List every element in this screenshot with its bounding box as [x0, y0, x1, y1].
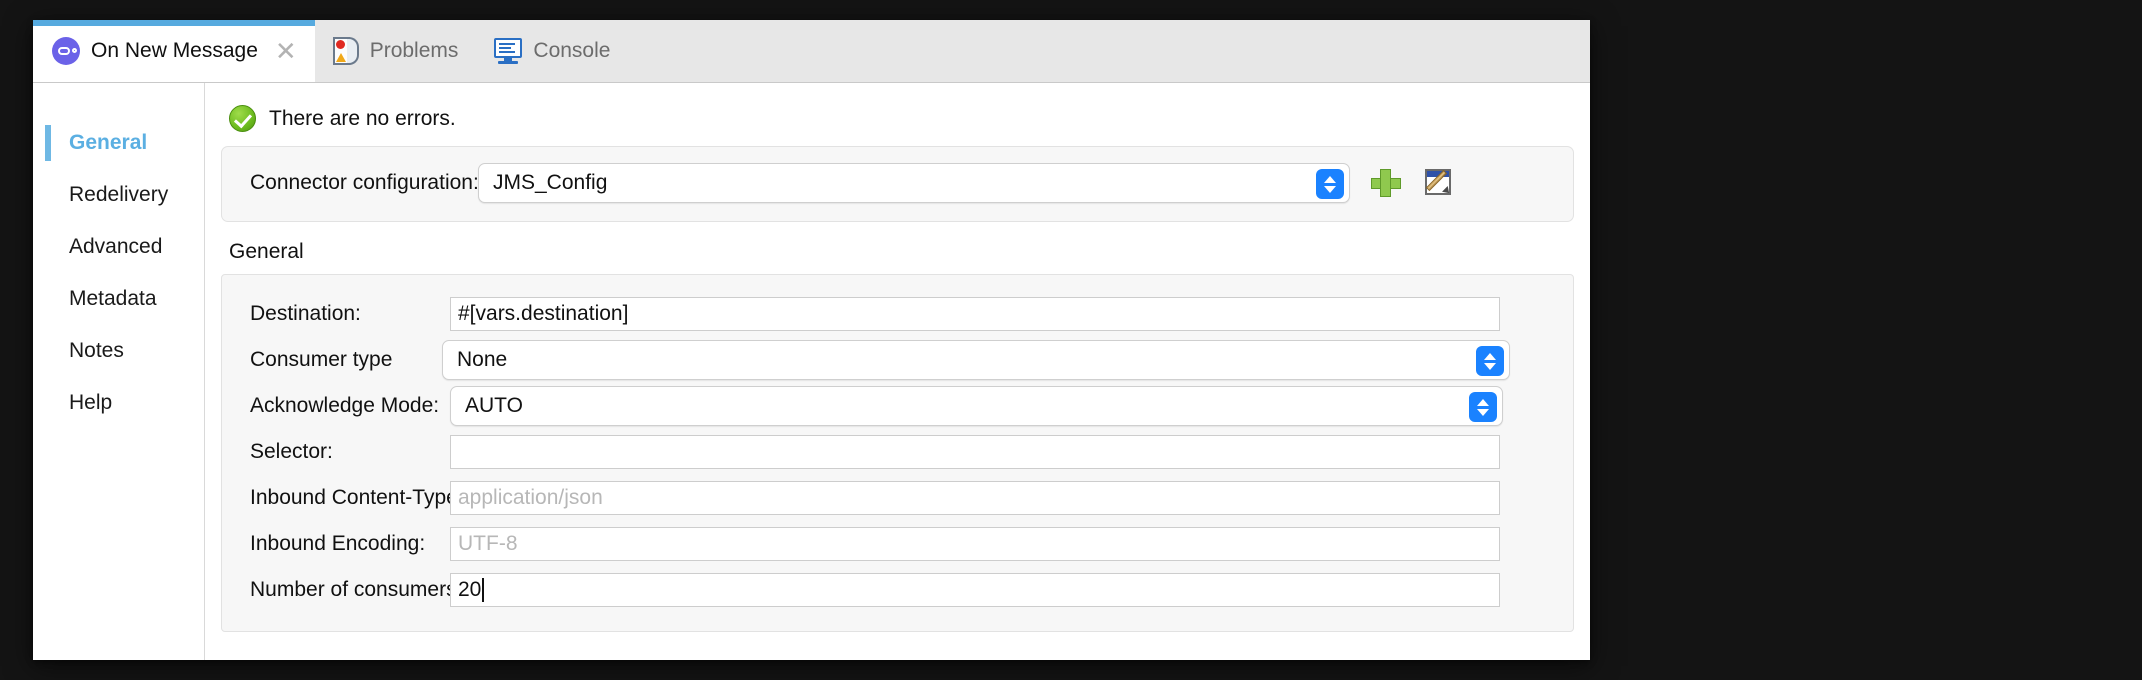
success-check-icon [229, 105, 256, 132]
problems-icon [332, 37, 359, 65]
chevron-updown-icon[interactable] [1469, 392, 1497, 422]
sidebar-item-metadata[interactable]: Metadata [33, 273, 204, 325]
sidebar-item-label: Help [69, 391, 113, 414]
consumer-type-label: Consumer type [250, 348, 393, 371]
connector-configuration-label: Connector configuration: [250, 171, 479, 194]
text-caret [482, 578, 485, 602]
number-of-consumers-label: Number of consumers: [250, 578, 463, 601]
consumer-type-select[interactable]: None [442, 340, 1510, 380]
inbound-content-type-label: Inbound Content-Type: [250, 486, 464, 509]
tab-problems[interactable]: Problems [315, 20, 477, 82]
properties-panel: On New Message ✕ Problems Console Genera… [33, 20, 1590, 660]
console-icon [494, 38, 523, 64]
settings-sidebar: General Redelivery Advanced Metadata Not… [33, 83, 205, 660]
inbound-encoding-placeholder: UTF-8 [458, 532, 518, 555]
destination-input[interactable]: #[vars.destination] [450, 297, 1500, 331]
sidebar-item-notes[interactable]: Notes [33, 325, 204, 377]
settings-content: There are no errors. Connector configura… [205, 83, 1590, 660]
sidebar-item-general[interactable]: General [33, 117, 204, 169]
green-plus-icon [1371, 169, 1401, 197]
general-section: General Destination: #[vars.destination]… [205, 240, 1590, 632]
field-row-inbound-content-type: Inbound Content-Type: application/json [222, 475, 1573, 521]
connector-configuration-value: JMS_Config [493, 171, 608, 194]
edit-pencil-icon [1425, 169, 1453, 197]
tab-problems-label: Problems [369, 39, 459, 62]
validation-status: There are no errors. [205, 83, 1590, 146]
general-fields-box: Destination: #[vars.destination] Consume… [221, 274, 1574, 632]
inbound-encoding-label: Inbound Encoding: [250, 532, 426, 555]
tab-on-new-message[interactable]: On New Message ✕ [33, 20, 315, 82]
sidebar-item-label: Redelivery [69, 183, 169, 206]
selector-label: Selector: [250, 440, 333, 463]
field-row-destination: Destination: #[vars.destination] [222, 291, 1573, 337]
screen-background: On New Message ✕ Problems Console Genera… [0, 0, 2142, 680]
panel-body: General Redelivery Advanced Metadata Not… [33, 83, 1590, 660]
tab-strip: On New Message ✕ Problems Console [33, 20, 1590, 83]
tab-console[interactable]: Console [476, 20, 628, 82]
number-of-consumers-value: 20 [458, 578, 482, 601]
connector-configuration-group: Connector configuration: JMS_Config [221, 146, 1574, 222]
sidebar-item-help[interactable]: Help [33, 377, 204, 429]
inbound-encoding-input[interactable]: UTF-8 [450, 527, 1500, 561]
destination-label: Destination: [250, 302, 361, 325]
edit-configuration-button[interactable] [1422, 165, 1458, 201]
listener-icon [52, 37, 80, 65]
destination-value: #[vars.destination] [458, 302, 629, 325]
inbound-content-type-placeholder: application/json [458, 486, 603, 509]
tab-on-new-message-label: On New Message [91, 39, 258, 62]
field-row-consumer-type: Consumer type None [222, 337, 1573, 383]
selector-input[interactable] [450, 435, 1500, 469]
field-row-inbound-encoding: Inbound Encoding: UTF-8 [222, 521, 1573, 567]
inbound-content-type-input[interactable]: application/json [450, 481, 1500, 515]
tab-console-label: Console [533, 39, 611, 62]
sidebar-item-label: Notes [69, 339, 124, 362]
acknowledge-mode-value: AUTO [465, 394, 523, 417]
status-text: There are no errors. [269, 106, 456, 130]
sidebar-item-advanced[interactable]: Advanced [33, 221, 204, 273]
close-icon[interactable]: ✕ [275, 38, 297, 64]
acknowledge-mode-label: Acknowledge Mode: [250, 394, 440, 417]
consumer-type-value: None [457, 348, 508, 371]
general-section-title: General [229, 240, 304, 263]
connector-configuration-row: Connector configuration: JMS_Config [222, 161, 1573, 205]
sidebar-item-redelivery[interactable]: Redelivery [33, 169, 204, 221]
chevron-updown-icon[interactable] [1316, 169, 1344, 199]
sidebar-item-label: Metadata [69, 287, 157, 310]
field-row-number-of-consumers: Number of consumers: 20 [222, 567, 1573, 613]
chevron-updown-icon[interactable] [1476, 346, 1504, 376]
sidebar-item-label: Advanced [69, 235, 163, 258]
field-row-acknowledge-mode: Acknowledge Mode: AUTO [222, 383, 1573, 429]
number-of-consumers-input[interactable]: 20 [450, 573, 1500, 607]
field-row-selector: Selector: [222, 429, 1573, 475]
add-configuration-button[interactable] [1368, 165, 1404, 201]
acknowledge-mode-select[interactable]: AUTO [450, 386, 1503, 426]
sidebar-item-label: General [69, 131, 148, 154]
connector-configuration-select[interactable]: JMS_Config [478, 163, 1350, 203]
